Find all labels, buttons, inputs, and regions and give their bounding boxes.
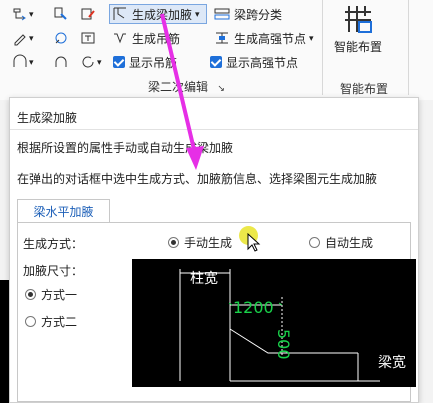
ribbon-tool-9[interactable]: ▾ [80, 52, 102, 72]
generate-hanger-label: 生成吊筋 [132, 31, 181, 46]
tooltip-description: 根据所设置的属性手动或自动生成梁加腋 [17, 141, 234, 155]
chevron-down-icon: ▾ [309, 32, 314, 43]
tooltip-description-detail: 在弹出的对话框中选中生成方式、加腋筋信息、选择梁图元生成加腋 [17, 172, 378, 186]
radio-mode1: 方式一 [25, 286, 77, 303]
ribbon-separator [408, 0, 409, 95]
radio-selected-icon [168, 237, 179, 248]
arch-icon [13, 54, 27, 67]
haunch-tooltip: 生成梁加腋 根据所设置的属性手动或自动生成梁加腋 在弹出的对话框中选中生成方式、… [9, 97, 419, 403]
refresh-icon [82, 56, 94, 68]
tab-horizontal-haunch: 梁水平加腋 [17, 199, 110, 223]
beam-span-label: 梁跨分类 [234, 7, 283, 22]
ribbon-tool-2[interactable] [53, 4, 69, 24]
merge-icon [13, 8, 26, 21]
chevron-down-icon: ▾ [195, 8, 200, 19]
ribbon-tool-5[interactable] [53, 28, 69, 48]
tooltip-title: 生成梁加腋 [17, 111, 78, 125]
dim-vertical-text: 500 [274, 329, 293, 360]
smart-layout-label: 智能布置 [333, 40, 382, 54]
ribbon-tool-8[interactable] [53, 52, 69, 72]
radio-unselected-icon [309, 237, 320, 248]
edit-icon [81, 8, 95, 20]
radio-manual: 手动生成 [168, 234, 232, 251]
generate-high-strength-node-label: 生成高强节点 [234, 31, 307, 46]
span-icon [214, 8, 230, 20]
show-hanger-label: 显示吊筋 [129, 55, 178, 70]
mouse-cursor-icon [247, 233, 261, 252]
hanger-icon [114, 33, 126, 44]
group-label-smart-layout: 智能布置 [340, 82, 389, 96]
smart-layout-button[interactable]: 智能布置 [330, 4, 386, 60]
divider [10, 129, 418, 130]
haunch-diagram-drawing: 柱宽 1200 500 梁宽 [179, 269, 406, 382]
expand-icon[interactable]: ↘ [217, 83, 225, 93]
beam-span-button[interactable]: 梁跨分类 [214, 4, 282, 24]
haunch-diagram: 柱宽 1200 500 梁宽 [132, 259, 416, 387]
ribbon-tool-6[interactable] [80, 28, 96, 48]
radio-selected-icon [25, 289, 36, 300]
group-label-beam-edit: 梁二次编辑 ↘ [148, 80, 225, 94]
ribbon: ▾ 生成梁加腋 ▾ 梁跨分类 ▾ 生成吊筋 生成高强节点 ▾ ▾ ▾ 显示吊筋 … [0, 0, 433, 100]
dim-horizontal-text: 1200 [233, 298, 274, 317]
generate-haunch-label: 生成梁加腋 [132, 7, 193, 22]
radio-mode2: 方式二 [25, 313, 77, 330]
copy-attr-icon [54, 7, 67, 20]
size-label: 加腋尺寸： [23, 264, 84, 278]
column-width-text: 柱宽 [190, 270, 218, 287]
node-icon [55, 32, 67, 44]
text-icon [81, 32, 95, 44]
gen-mode-label: 生成方式： [23, 237, 84, 251]
smart-layout-icon [345, 6, 372, 33]
haunch-icon [113, 7, 126, 20]
show-hanger-checkbox[interactable]: 显示吊筋 [113, 52, 177, 72]
radio-auto: 自动生成 [309, 234, 373, 251]
generate-hanger-button[interactable]: 生成吊筋 [112, 28, 180, 48]
ribbon-tool-3[interactable] [80, 4, 96, 24]
checkbox-checked-icon [113, 56, 125, 68]
ribbon-tool-1[interactable]: ▾ [12, 4, 34, 24]
ribbon-separator [322, 0, 323, 95]
beam-width-text: 梁宽 [378, 354, 406, 371]
ribbon-tool-7[interactable]: ▾ [12, 52, 34, 72]
radio-unselected-icon [25, 316, 36, 327]
arch-alt-icon [55, 56, 67, 67]
generate-high-strength-node-button[interactable]: 生成高强节点 ▾ [214, 28, 314, 48]
generate-haunch-button[interactable]: 生成梁加腋 ▾ [112, 4, 200, 24]
show-high-strength-node-checkbox[interactable]: 显示高强节点 [210, 52, 298, 72]
ribbon-tool-4[interactable]: ▾ [12, 28, 34, 48]
high-strength-icon [216, 32, 228, 44]
pen-icon [14, 34, 26, 46]
show-high-strength-node-label: 显示高强节点 [226, 55, 299, 70]
checkbox-checked-icon [210, 56, 222, 68]
